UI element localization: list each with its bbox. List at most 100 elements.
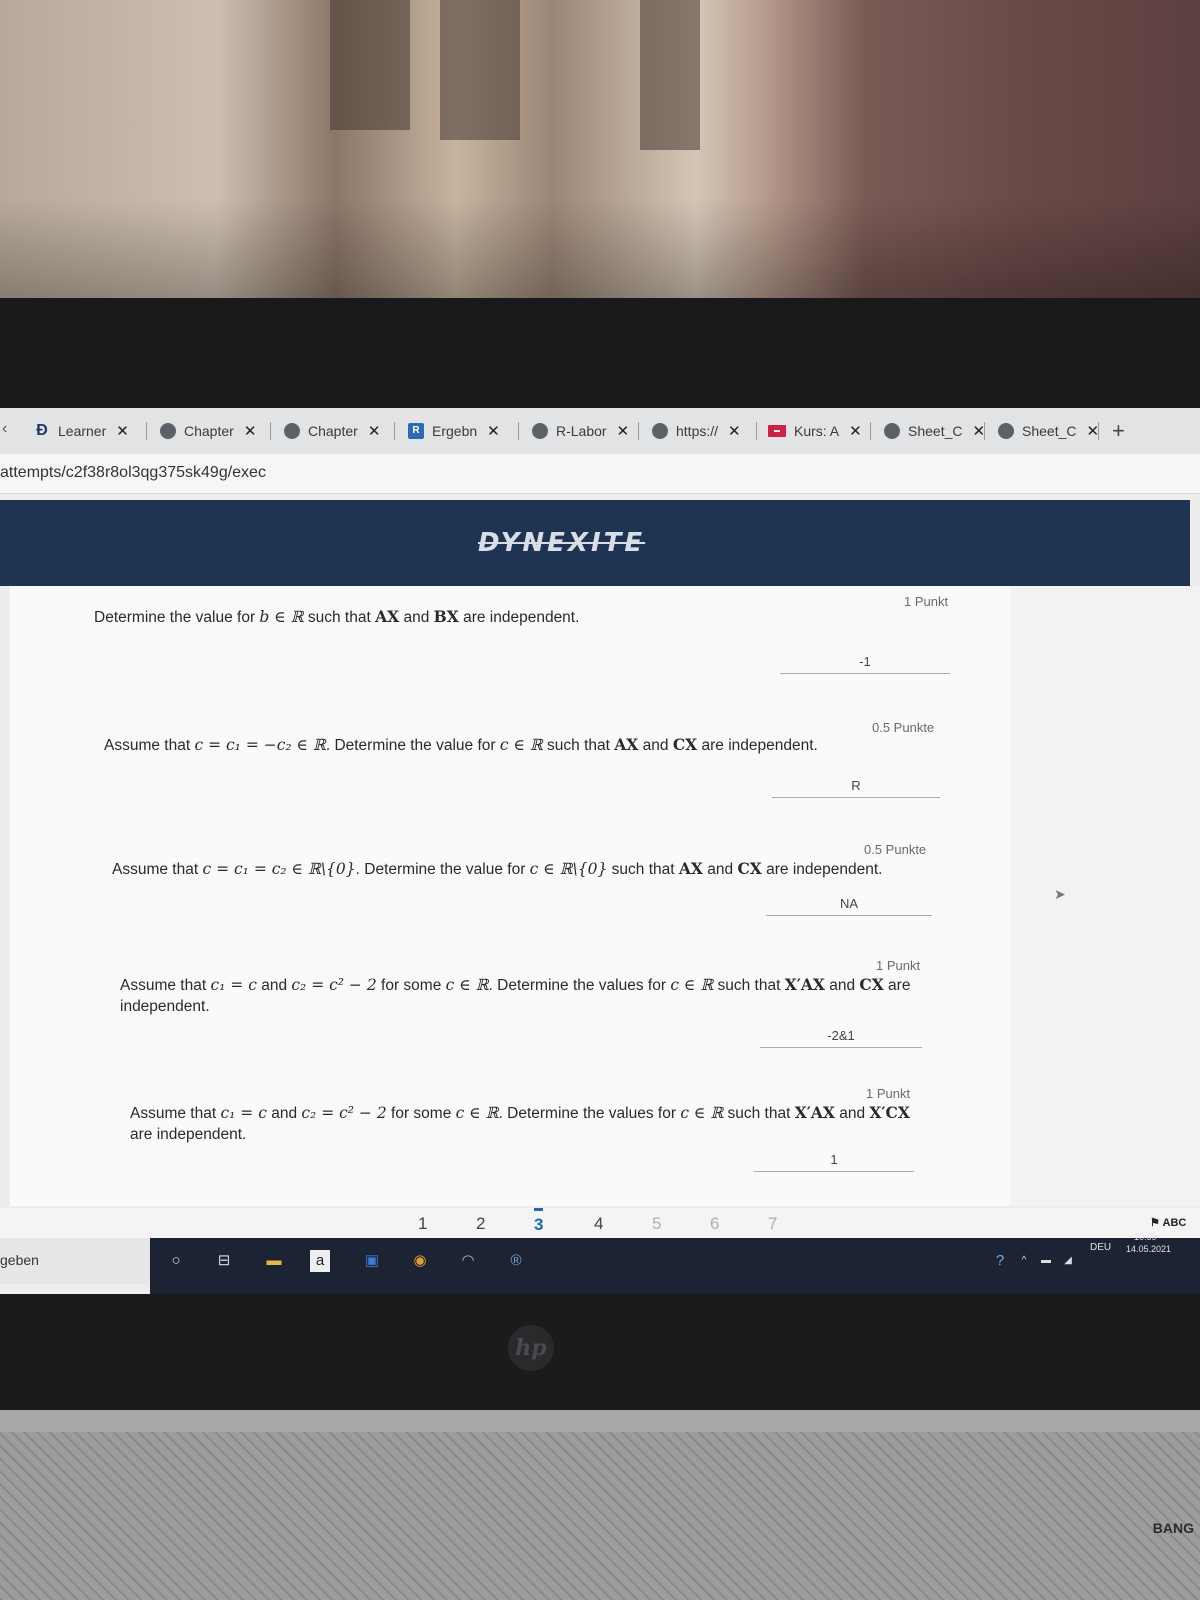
site-header: DYNEXITE xyxy=(0,500,1190,586)
tab-separator xyxy=(146,422,147,440)
new-tab-button[interactable]: + xyxy=(1112,418,1125,444)
exam-content: 1 Punkt Determine the value for b ∈ ℝ su… xyxy=(10,586,1010,1206)
help-icon[interactable]: ? xyxy=(988,1250,1012,1272)
background-shadow xyxy=(0,0,1200,330)
tab-learner[interactable]: Đ Learner ✕ xyxy=(34,416,129,446)
tab-separator xyxy=(870,422,871,440)
wifi-icon[interactable]: ◢ xyxy=(1056,1250,1080,1272)
globe-icon xyxy=(284,423,300,439)
r-studio-icon[interactable]: ® xyxy=(504,1250,528,1272)
submit-label[interactable]: geben xyxy=(0,1252,39,1268)
battery-icon[interactable]: ▬ xyxy=(1034,1250,1058,1272)
task-view-icon[interactable]: ⊟ xyxy=(212,1250,236,1272)
clock-time[interactable]: 10:59 xyxy=(1134,1232,1157,1242)
dynexite-logo: DYNEXITE xyxy=(478,528,646,558)
globe-icon xyxy=(532,423,548,439)
close-icon[interactable]: ✕ xyxy=(244,422,257,440)
file-explorer-icon[interactable]: ▬ xyxy=(262,1250,286,1272)
tab-title: Learner xyxy=(58,423,107,439)
tab-separator xyxy=(1098,422,1099,440)
page-3-button[interactable]: 3 xyxy=(534,1208,544,1235)
tab-separator xyxy=(394,422,395,440)
address-bar[interactable]: attempts/c2f38r8ol3qg375sk49g/exec xyxy=(0,454,1200,494)
answer-field-4[interactable]: -2&1 xyxy=(760,1028,922,1048)
hp-logo: hp xyxy=(508,1325,554,1371)
tab-sheet-2[interactable]: Sheet_C ✕ xyxy=(998,416,1099,446)
abc-flag-label: ⚑ ABC xyxy=(1150,1217,1187,1229)
tab-title: https:// xyxy=(676,423,719,439)
close-icon[interactable]: ✕ xyxy=(728,422,741,440)
laptop-keyboard xyxy=(0,1410,1200,1600)
back-arrow-icon[interactable]: ‹ xyxy=(2,420,7,438)
page-4-button[interactable]: 4 xyxy=(594,1214,603,1234)
mouse-cursor-icon: ➤ xyxy=(1054,886,1066,902)
question-points: 0.5 Punkte xyxy=(864,842,927,857)
tab-separator xyxy=(638,422,639,440)
tab-title: R-Labor xyxy=(556,423,607,439)
tab-kurs[interactable]: ▬ Kurs: A ✕ xyxy=(768,416,862,446)
answer-field-1[interactable]: -1 xyxy=(780,654,950,674)
question-points: 1 Punkt xyxy=(866,1086,911,1101)
tab-chapter-2[interactable]: Chapter ✕ xyxy=(284,416,380,446)
clock-date[interactable]: 14.05.2021 xyxy=(1126,1244,1171,1254)
tab-chapter-1[interactable]: Chapter ✕ xyxy=(160,416,256,446)
laptop-screen: ‹ Đ Learner ✕ Chapter ✕ Chapter ✕ R Erge… xyxy=(0,408,1200,1294)
close-icon[interactable]: ✕ xyxy=(368,422,381,440)
close-icon[interactable]: ✕ xyxy=(116,422,129,440)
laptop-bezel-bottom xyxy=(0,1290,1200,1410)
page-6-button[interactable]: 6 xyxy=(710,1214,719,1234)
close-icon[interactable]: ✕ xyxy=(617,422,630,440)
page-7-button[interactable]: 7 xyxy=(768,1214,777,1234)
keyboard-label: BANG xyxy=(1152,1520,1194,1536)
question-pagination: 1 2 3 4 5 6 7 xyxy=(0,1208,1200,1238)
close-icon[interactable]: ✕ xyxy=(849,422,862,440)
language-indicator[interactable]: DEU xyxy=(1090,1242,1111,1253)
tab-separator xyxy=(518,422,519,440)
close-icon[interactable]: ✕ xyxy=(487,422,500,440)
page-2-button[interactable]: 2 xyxy=(476,1214,485,1234)
tab-r-labor[interactable]: R-Labor ✕ xyxy=(532,416,629,446)
answer-field-5[interactable]: 1 xyxy=(754,1152,914,1172)
laptop-hinge xyxy=(0,1410,1200,1432)
tab-title: Sheet_C xyxy=(1022,423,1077,439)
tab-title: Sheet_C xyxy=(908,423,963,439)
tab-title: Chapter xyxy=(308,423,358,439)
question-3-text: Assume that c = c₁ = c₂ ∈ ℝ\{0}. Determi… xyxy=(112,859,883,878)
page-5-button[interactable]: 5 xyxy=(652,1214,661,1234)
chevron-up-icon[interactable]: ^ xyxy=(1012,1250,1036,1272)
answer-field-2[interactable]: R xyxy=(772,778,940,798)
tab-title: Chapter xyxy=(184,423,234,439)
tab-sheet-1[interactable]: Sheet_C ✕ xyxy=(884,416,985,446)
app-icon[interactable]: ◠ xyxy=(456,1250,480,1272)
globe-icon xyxy=(652,423,668,439)
amazon-app-icon[interactable]: a xyxy=(310,1250,330,1272)
windows-taskbar: ○ ⊟ ▬ a ▣ ◉ ◠ ® ? ^ ▬ ◢ DEU 10:59 14.05.… xyxy=(150,1232,1200,1294)
question-points: 1 Punkt xyxy=(904,594,949,609)
globe-icon xyxy=(160,423,176,439)
globe-icon xyxy=(884,423,900,439)
course-site-icon: ▬ xyxy=(768,425,786,437)
chrome-icon[interactable]: ◉ xyxy=(408,1250,432,1272)
globe-icon xyxy=(998,423,1014,439)
footer-left: geben xyxy=(0,1238,150,1284)
tab-separator xyxy=(756,422,757,440)
question-2-text: Assume that c = c₁ = −c₂ ∈ ℝ. Determine … xyxy=(104,735,818,754)
answer-field-3[interactable]: NA xyxy=(766,896,932,916)
zoom-icon[interactable]: ▣ xyxy=(360,1250,384,1272)
page-1-button[interactable]: 1 xyxy=(418,1214,427,1234)
question-points: 0.5 Punkte xyxy=(872,720,935,735)
flag-label: ABC xyxy=(1162,1217,1187,1229)
r-logo-icon: R xyxy=(408,423,424,439)
question-4-text: Assume that c₁ = c and c₂ = c² − 2 for s… xyxy=(120,975,911,1015)
question-1-text: Determine the value for b ∈ ℝ such that … xyxy=(94,607,580,626)
tab-ergebnisse[interactable]: R Ergebn ✕ xyxy=(408,416,500,446)
tab-separator xyxy=(270,422,271,440)
right-side-pane: ➤ xyxy=(1010,586,1200,1206)
search-circle-icon[interactable]: ○ xyxy=(164,1250,188,1272)
dynexite-icon: Đ xyxy=(36,422,48,439)
url-text[interactable]: attempts/c2f38r8ol3qg375sk49g/exec xyxy=(0,464,266,482)
tab-https[interactable]: https:// ✕ xyxy=(652,416,741,446)
question-points: 1 Punkt xyxy=(876,958,921,973)
question-5-text: Assume that c₁ = c and c₂ = c² − 2 for s… xyxy=(130,1103,910,1143)
tab-title: Ergebn xyxy=(432,423,478,439)
